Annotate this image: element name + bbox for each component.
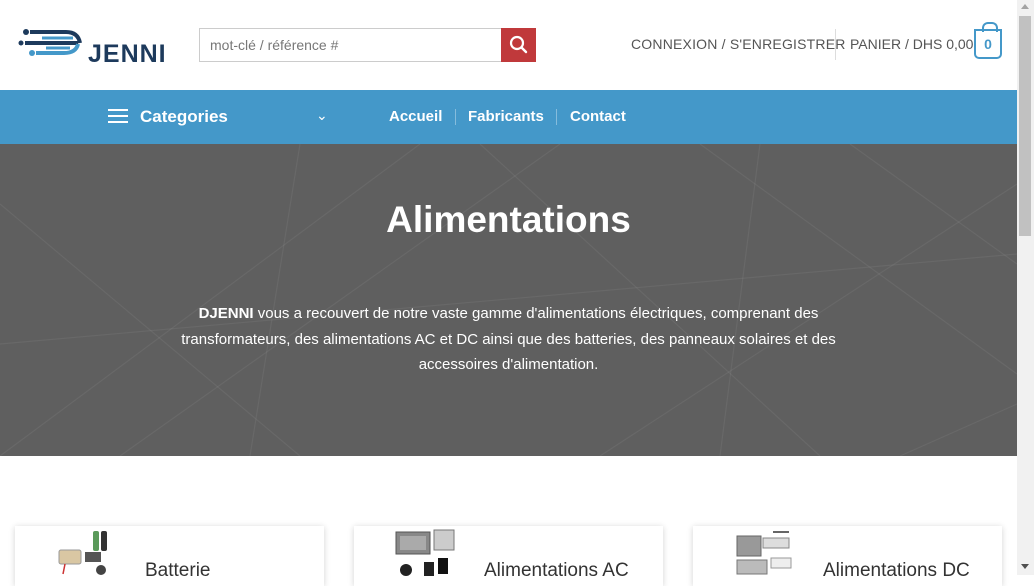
- nav-link-accueil[interactable]: Accueil: [389, 108, 442, 125]
- search-input[interactable]: [199, 28, 502, 62]
- brand-name: DJENNI: [198, 305, 254, 322]
- header-divider: [835, 29, 836, 60]
- ac-power-supply-image: [395, 529, 455, 576]
- battery-product-image: [58, 531, 107, 575]
- search-icon: [509, 35, 528, 54]
- hero-description: DJENNI vous a recouvert de notre vaste g…: [180, 301, 837, 378]
- category-card-batterie[interactable]: Batterie: [15, 526, 324, 586]
- category-card-title: Batterie: [145, 560, 211, 581]
- nav-link-contact[interactable]: Contact: [570, 108, 626, 125]
- chevron-down-icon[interactable]: ⌄: [316, 107, 328, 124]
- search-form: [199, 28, 536, 62]
- scroll-up-arrow-icon[interactable]: [1021, 4, 1029, 9]
- logo-text: JENNI: [88, 40, 167, 68]
- category-card-title: Alimentations DC: [823, 560, 970, 581]
- nav-link-fabricants[interactable]: Fabricants: [468, 108, 544, 125]
- cart-count-badge[interactable]: 0: [974, 22, 1002, 59]
- main-nav: Categories ⌄ Accueil Fabricants Contact: [0, 90, 1017, 144]
- nav-separator: [556, 109, 557, 125]
- search-button[interactable]: [501, 28, 536, 62]
- categories-dropdown[interactable]: Categories: [140, 107, 228, 127]
- login-register-link[interactable]: CONNEXION / S'ENREGISTRER: [631, 36, 846, 52]
- hero-description-text: vous a recouvert de notre vaste gamme d'…: [181, 305, 836, 373]
- hamburger-icon[interactable]: [108, 109, 128, 123]
- hero-banner: Alimentations DJENNI vous a recouvert de…: [0, 144, 1017, 456]
- scroll-down-arrow-icon[interactable]: [1021, 564, 1029, 569]
- hero-background-pattern: [0, 144, 1017, 456]
- page-scrollbar[interactable]: [1017, 0, 1034, 575]
- page-title: Alimentations: [386, 199, 631, 240]
- category-card-title: Alimentations AC: [484, 560, 629, 581]
- nav-separator: [455, 109, 456, 125]
- dc-power-supply-image: [736, 531, 792, 575]
- category-card-alimentations-dc[interactable]: Alimentations DC: [693, 526, 1002, 586]
- scrollbar-thumb[interactable]: [1019, 16, 1031, 236]
- logo[interactable]: JENNI: [18, 24, 168, 68]
- category-card-alimentations-ac[interactable]: Alimentations AC: [354, 526, 663, 586]
- cart-link[interactable]: PANIER / DHS 0,00: [850, 36, 973, 52]
- site-header: JENNI CONNEXION / S'ENREGISTRER PANIER /…: [0, 0, 1017, 90]
